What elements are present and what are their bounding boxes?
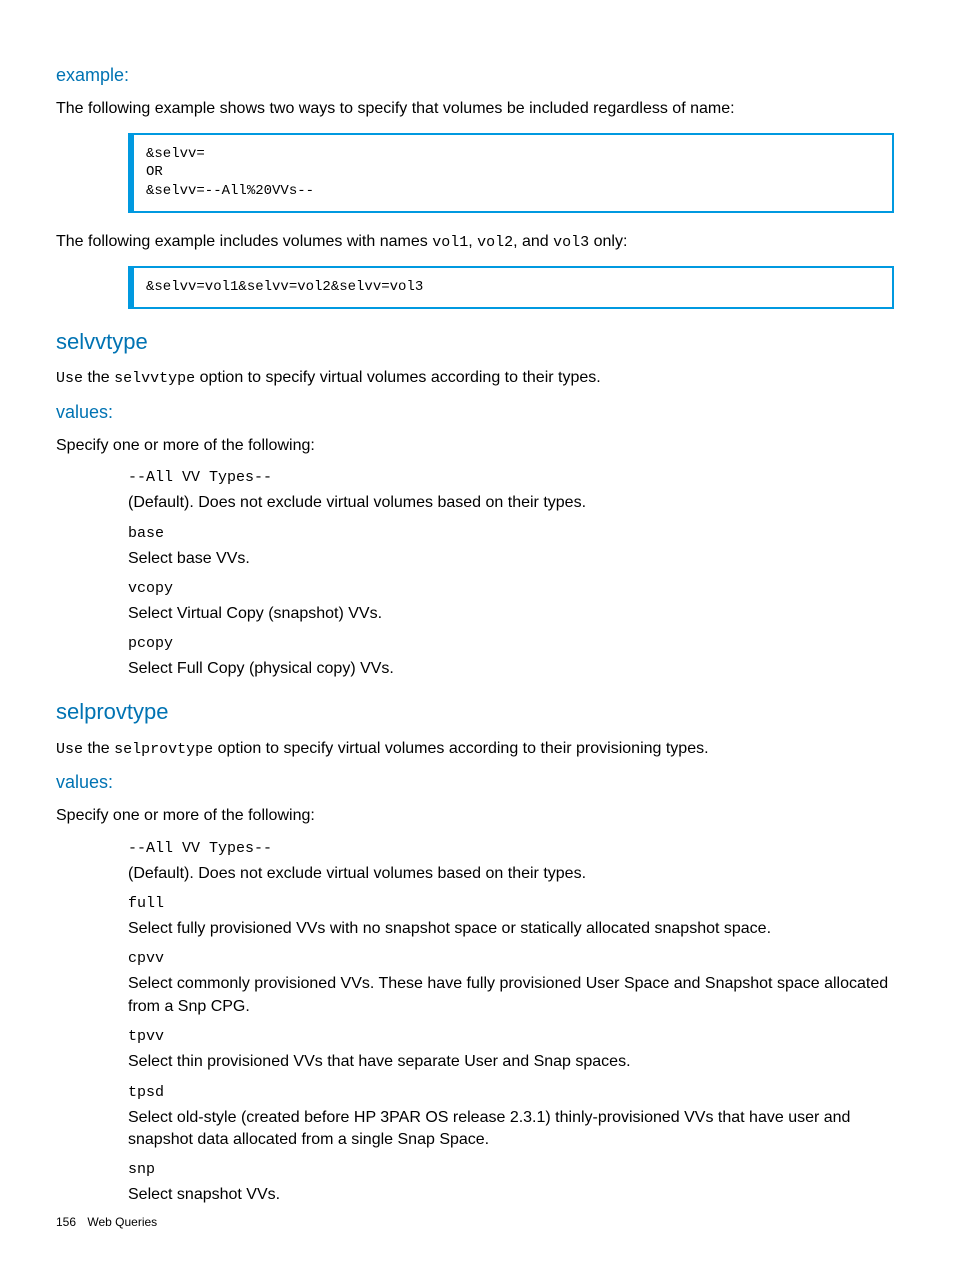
value-code: pcopy <box>128 633 894 654</box>
inline-code: selvvtype <box>114 370 195 387</box>
selvvtype-values-intro: Specify one or more of the following: <box>56 435 894 457</box>
selprovtype-values-list: --All VV Types-- (Default). Does not exc… <box>128 838 894 1207</box>
inline-code: vol3 <box>553 234 589 251</box>
example-codebox-2: &selvv=vol1&selvv=vol2&selvv=vol3 <box>128 266 894 309</box>
value-description: (Default). Does not exclude virtual volu… <box>128 863 894 885</box>
inline-code: vol2 <box>477 234 513 251</box>
value-description: Select snapshot VVs. <box>128 1184 894 1206</box>
selvvtype-description: Use the selvvtype option to specify virt… <box>56 367 894 389</box>
selvvtype-values-heading: values: <box>56 400 894 425</box>
text: the <box>83 369 114 386</box>
value-code: base <box>128 523 894 544</box>
text: option to specify virtual volumes accord… <box>213 740 708 757</box>
value-description: Select base VVs. <box>128 548 894 570</box>
inline-code: vol1 <box>432 234 468 251</box>
value-description: Select Virtual Copy (snapshot) VVs. <box>128 603 894 625</box>
value-code: snp <box>128 1159 894 1180</box>
text: The following example includes volumes w… <box>56 233 432 250</box>
selprovtype-values-heading: values: <box>56 770 894 795</box>
value-description: Select fully provisioned VVs with no sna… <box>128 918 894 940</box>
value-description: Select old-style (created before HP 3PAR… <box>128 1107 894 1152</box>
text: option to specify virtual volumes accord… <box>195 369 601 386</box>
value-description: (Default). Does not exclude virtual volu… <box>128 492 894 514</box>
value-code: cpvv <box>128 948 894 969</box>
example-mid-paragraph: The following example includes volumes w… <box>56 231 894 253</box>
page-footer: 156 Web Queries <box>56 1214 157 1231</box>
selvvtype-heading: selvvtype <box>56 327 894 358</box>
footer-title: Web Queries <box>87 1215 157 1229</box>
text: only: <box>589 233 627 250</box>
selprovtype-values-intro: Specify one or more of the following: <box>56 805 894 827</box>
example-codebox-1: &selvv= OR &selvv=--All%20VVs-- <box>128 133 894 214</box>
value-code: full <box>128 893 894 914</box>
value-description: Select commonly provisioned VVs. These h… <box>128 973 894 1018</box>
selvvtype-values-list: --All VV Types-- (Default). Does not exc… <box>128 467 894 681</box>
example-intro: The following example shows two ways to … <box>56 98 894 120</box>
value-code: tpsd <box>128 1082 894 1103</box>
value-code: --All VV Types-- <box>128 838 894 859</box>
text: , <box>468 233 477 250</box>
selprovtype-heading: selprovtype <box>56 697 894 728</box>
value-code: --All VV Types-- <box>128 467 894 488</box>
inline-code: selprovtype <box>114 741 213 758</box>
text: the <box>83 740 114 757</box>
page-number: 156 <box>56 1215 76 1229</box>
value-description: Select thin provisioned VVs that have se… <box>128 1051 894 1073</box>
value-code: vcopy <box>128 578 894 599</box>
inline-code: Use <box>56 741 83 758</box>
text: , and <box>513 233 553 250</box>
value-description: Select Full Copy (physical copy) VVs. <box>128 658 894 680</box>
inline-code: Use <box>56 370 83 387</box>
example-heading: example: <box>56 63 894 88</box>
value-code: tpvv <box>128 1026 894 1047</box>
selprovtype-description: Use the selprovtype option to specify vi… <box>56 738 894 760</box>
